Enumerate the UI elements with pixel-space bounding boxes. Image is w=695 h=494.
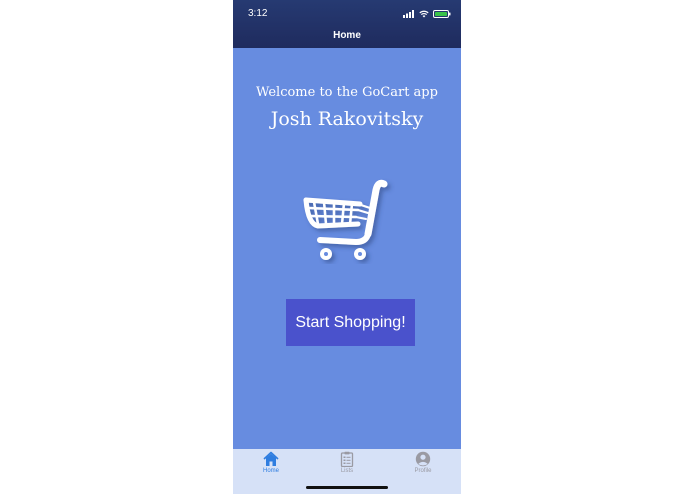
navigation-header: 3:12 Home: [233, 0, 461, 48]
clipboard-list-icon: [340, 451, 354, 467]
home-icon: [263, 451, 279, 466]
tab-profile[interactable]: Profile: [393, 449, 453, 481]
tab-home[interactable]: Home: [241, 449, 301, 481]
page-title: Home: [333, 30, 361, 41]
battery-icon: [433, 10, 451, 18]
user-name: Josh Rakovitsky: [270, 108, 424, 130]
tab-profile-label: Profile: [414, 468, 432, 474]
welcome-text: Welcome to the GoCart app: [256, 85, 438, 100]
user-avatar-icon: [415, 451, 431, 467]
home-indicator: [306, 486, 388, 489]
shopping-cart-icon: [303, 179, 388, 260]
home-content: Welcome to the GoCart app Josh Rakovitsk…: [233, 48, 461, 449]
start-shopping-button[interactable]: Start Shopping!: [286, 299, 415, 346]
tab-lists-label: Lists: [340, 468, 354, 474]
tab-lists[interactable]: Lists: [317, 449, 377, 481]
tab-home-label: Home: [262, 468, 279, 474]
status-time: 3:12: [248, 8, 268, 19]
wifi-icon: [419, 10, 429, 18]
phone-screen: 3:12 Home Welcome to the GoCart app Josh…: [233, 0, 461, 494]
status-icons: [403, 9, 451, 19]
signal-icon: [403, 10, 414, 18]
